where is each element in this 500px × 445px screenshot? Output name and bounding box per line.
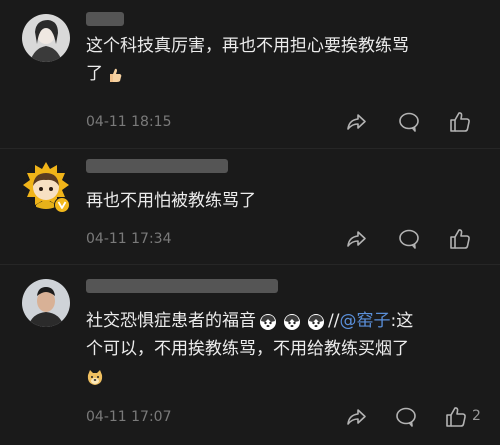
avatar[interactable] bbox=[22, 279, 70, 327]
comment-text-line: 再也不用怕被教练骂了 bbox=[86, 191, 256, 211]
username-redacted[interactable] bbox=[86, 279, 278, 293]
comment-text-line: 这个科技真厉害，再也不用担心要挨教练骂 bbox=[86, 36, 409, 56]
repost-icon bbox=[347, 409, 366, 425]
repost-button[interactable] bbox=[344, 227, 368, 251]
comment-button[interactable] bbox=[397, 110, 421, 134]
mention-link[interactable]: @窑子 bbox=[339, 311, 390, 331]
comment-text: 再也不用怕被教练骂了 bbox=[86, 187, 481, 215]
comment-meta: 04-11 17:34 bbox=[86, 227, 486, 251]
username-redacted[interactable] bbox=[86, 159, 228, 173]
like-button[interactable] bbox=[448, 227, 488, 251]
timestamp: 04-11 18:15 bbox=[86, 114, 172, 130]
comment-text-line: 社交恐惧症患者的福音 bbox=[86, 311, 256, 331]
husky-icon bbox=[259, 312, 277, 330]
repost-button[interactable] bbox=[344, 110, 368, 134]
husky-icon bbox=[283, 312, 301, 330]
comment-button[interactable] bbox=[394, 405, 418, 429]
like-button[interactable]: 2 bbox=[444, 405, 488, 429]
repost-icon bbox=[347, 231, 366, 247]
comment-item: 社交恐惧症患者的福音 //@窑子:这 个可以，不用挨教练骂，不用给教练买烟了 0… bbox=[0, 265, 500, 445]
comment-text: 这个科技真厉害，再也不用担心要挨教练骂 了 bbox=[86, 32, 481, 88]
timestamp: 04-11 17:07 bbox=[86, 409, 172, 425]
thumbs-up-icon bbox=[106, 65, 124, 83]
repost-separator: // bbox=[328, 311, 340, 331]
comment-icon bbox=[396, 407, 416, 427]
comment-meta: 04-11 17:07 2 bbox=[86, 405, 486, 429]
like-button[interactable] bbox=[448, 110, 488, 134]
thumbs-up-outline-icon bbox=[446, 407, 466, 427]
timestamp: 04-11 17:34 bbox=[86, 231, 172, 247]
doge-icon bbox=[86, 368, 104, 386]
comment-icon bbox=[399, 229, 419, 249]
comment-meta: 04-11 18:15 bbox=[86, 110, 486, 134]
username-redacted[interactable] bbox=[86, 12, 124, 26]
avatar[interactable] bbox=[22, 14, 70, 62]
comment-item: 这个科技真厉害，再也不用担心要挨教练骂 了 04-11 18:15 bbox=[0, 0, 500, 148]
thumbs-up-outline-icon bbox=[450, 229, 470, 249]
like-count: 2 bbox=[472, 408, 481, 424]
comment-item: 再也不用怕被教练骂了 04-11 17:34 bbox=[0, 149, 500, 264]
comment-icon bbox=[399, 112, 419, 132]
repost-icon bbox=[347, 114, 366, 130]
comment-text-line: :这 bbox=[390, 311, 414, 331]
comment-text: 社交恐惧症患者的福音 //@窑子:这 个可以，不用挨教练骂，不用给教练买烟了 bbox=[86, 307, 481, 391]
thumbs-up-outline-icon bbox=[450, 112, 470, 132]
verified-badge-icon bbox=[54, 197, 70, 213]
comment-text-line: 个可以，不用挨教练骂，不用给教练买烟了 bbox=[86, 339, 409, 359]
repost-button[interactable] bbox=[344, 405, 368, 429]
husky-icon bbox=[307, 312, 325, 330]
comment-text-line: 了 bbox=[86, 64, 103, 84]
comment-button[interactable] bbox=[397, 227, 421, 251]
